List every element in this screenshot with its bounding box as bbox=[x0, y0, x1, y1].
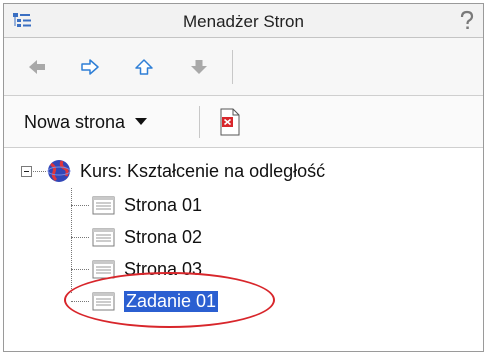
tree-connector bbox=[71, 205, 89, 206]
title-bar: Menadżer Stron bbox=[4, 4, 483, 38]
page-icon bbox=[92, 292, 115, 311]
tree-connector bbox=[71, 301, 89, 302]
tree-root-item[interactable]: Kurs: Kształcenie na odległość bbox=[46, 158, 325, 184]
arrow-up-icon[interactable] bbox=[135, 59, 153, 75]
page-toolbar: Nowa strona bbox=[4, 96, 483, 148]
tree-connector bbox=[71, 188, 72, 293]
tree-connector bbox=[33, 171, 46, 172]
tree-item[interactable]: Strona 02 bbox=[92, 224, 202, 250]
help-icon[interactable] bbox=[457, 10, 477, 32]
window-title: Menadżer Stron bbox=[183, 12, 304, 31]
tree-item-selected[interactable]: Zadanie 01 bbox=[92, 288, 220, 314]
tree-item-label: Strona 03 bbox=[124, 258, 203, 279]
arrow-down-icon[interactable] bbox=[190, 59, 208, 75]
tree-item-label: Zadanie 01 bbox=[122, 289, 220, 313]
tree-item[interactable]: Strona 01 bbox=[92, 192, 202, 218]
tree-item[interactable]: Strona 03 bbox=[92, 256, 202, 282]
collapse-toggle[interactable] bbox=[21, 166, 32, 177]
tree-connector bbox=[71, 269, 89, 270]
new-page-label: Nowa strona bbox=[24, 111, 126, 132]
chevron-down-icon[interactable] bbox=[135, 118, 148, 126]
page-tree: Kurs: Kształcenie na odległość Strona 01 bbox=[4, 148, 483, 351]
toolbar-separator bbox=[199, 106, 200, 138]
navigation-toolbar bbox=[4, 38, 483, 96]
new-page-button[interactable]: Nowa strona bbox=[24, 110, 148, 134]
arrow-right-icon[interactable] bbox=[81, 59, 99, 75]
page-icon bbox=[92, 228, 115, 247]
arrow-left-icon[interactable] bbox=[28, 59, 46, 75]
page-manager-panel: Menadżer Stron Nowa strona Kurs: Kształc… bbox=[3, 3, 484, 352]
tree-root-label: Kurs: Kształcenie na odległość bbox=[80, 160, 326, 181]
page-icon bbox=[92, 196, 115, 215]
tree-item-label: Strona 01 bbox=[124, 194, 203, 215]
page-icon bbox=[92, 260, 115, 279]
toolbar-separator bbox=[232, 50, 233, 84]
tree-item-label: Strona 02 bbox=[124, 226, 203, 247]
page-delete-icon[interactable] bbox=[219, 108, 241, 136]
tree-connector bbox=[71, 237, 89, 238]
globe-icon bbox=[47, 160, 71, 182]
